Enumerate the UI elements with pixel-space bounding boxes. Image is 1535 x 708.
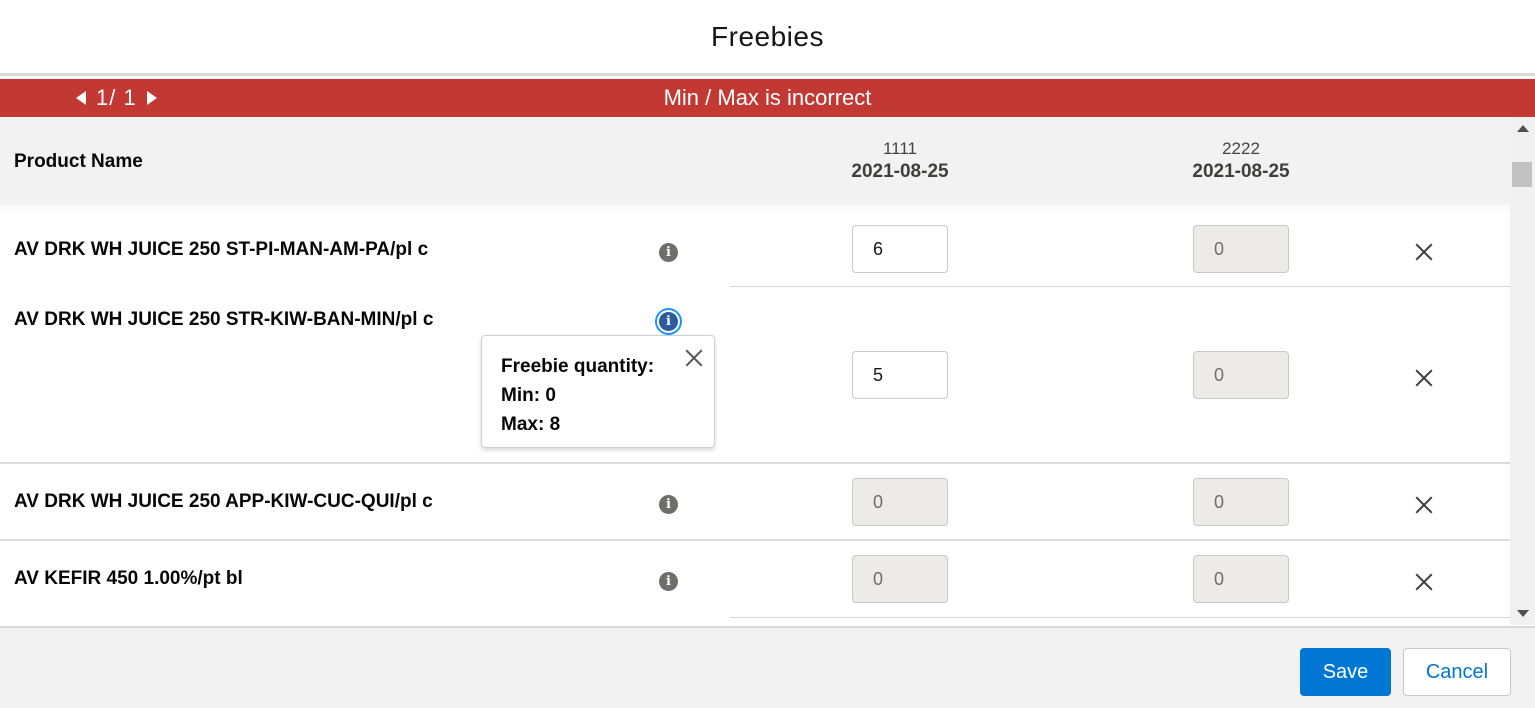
scroll-up-icon[interactable] bbox=[1517, 125, 1529, 132]
column-header-2: 2222 2021-08-25 bbox=[1141, 139, 1341, 183]
caret-right-icon[interactable] bbox=[146, 91, 157, 105]
product-name: AV DRK WH JUICE 250 ST-PI-MAN-AM-PA/pl c bbox=[14, 239, 429, 260]
quantity-input-disabled bbox=[1193, 555, 1289, 603]
table-row: AV DRK WH JUICE 250 APP-KIW-CUC-QUI/pl c… bbox=[0, 464, 1510, 541]
close-icon[interactable] bbox=[684, 348, 704, 368]
table-header: Product Name 1111 2021-08-25 2222 2021-0… bbox=[0, 117, 1510, 205]
popover-min: Min: 0 bbox=[501, 385, 556, 406]
table-row: AV KEFIR 450 1.00%/pt bl i bbox=[0, 541, 1510, 618]
modal-footer: Save Cancel bbox=[0, 626, 1535, 708]
info-icon[interactable]: i bbox=[659, 572, 678, 591]
freebie-popover: Freebie quantity: Min: 0 Max: 8 bbox=[481, 335, 715, 448]
table-body[interactable]: AV DRK WH JUICE 250 ST-PI-MAN-AM-PA/pl c… bbox=[0, 205, 1510, 625]
caret-left-icon[interactable] bbox=[76, 91, 86, 105]
product-name: AV DRK WH JUICE 250 APP-KIW-CUC-QUI/pl c bbox=[14, 491, 433, 512]
scroll-down-icon[interactable] bbox=[1517, 610, 1529, 617]
error-bar: 1/ 1 Min / Max is incorrect bbox=[0, 79, 1535, 117]
quantity-input-disabled bbox=[1193, 478, 1289, 526]
cancel-button[interactable]: Cancel bbox=[1403, 648, 1511, 696]
remove-row-button[interactable] bbox=[1413, 571, 1435, 593]
remove-row-button[interactable] bbox=[1413, 494, 1435, 516]
quantity-input[interactable] bbox=[852, 225, 948, 273]
quantity-input[interactable] bbox=[852, 351, 948, 399]
popover-title: Freebie quantity: bbox=[501, 356, 655, 377]
info-icon[interactable]: i bbox=[655, 308, 682, 335]
modal-title: Freebies bbox=[711, 20, 824, 52]
remove-row-button[interactable] bbox=[1413, 367, 1435, 389]
quantity-input-disabled bbox=[1193, 351, 1289, 399]
save-button[interactable]: Save bbox=[1300, 648, 1391, 696]
product-name: AV DRK WH JUICE 250 STR-KIW-BAN-MIN/pl c bbox=[14, 309, 434, 330]
column-date: 2021-08-25 bbox=[1192, 161, 1290, 182]
table-row: AV DRK WH JUICE 250 ST-PI-MAN-AM-PA/pl c… bbox=[0, 211, 1510, 287]
page-indicator: 1/ 1 bbox=[96, 85, 137, 110]
column-header-1: 1111 2021-08-25 bbox=[800, 139, 1000, 183]
column-date: 2021-08-25 bbox=[851, 161, 949, 182]
quantity-input-disabled bbox=[1193, 225, 1289, 273]
remove-row-button[interactable] bbox=[1413, 241, 1435, 263]
vertical-scrollbar[interactable] bbox=[1510, 117, 1535, 625]
modal-header: Freebies bbox=[0, 0, 1535, 76]
error-message: Min / Max is incorrect bbox=[663, 85, 872, 110]
scroll-thumb[interactable] bbox=[1512, 162, 1532, 187]
row-divider bbox=[730, 617, 1510, 618]
column-code: 1111 bbox=[882, 139, 918, 158]
column-code: 2222 bbox=[1222, 139, 1260, 158]
info-icon[interactable]: i bbox=[659, 495, 678, 514]
pager: 1/ 1 bbox=[76, 79, 157, 117]
product-name: AV KEFIR 450 1.00%/pt bl bbox=[14, 568, 243, 589]
quantity-input-disabled bbox=[852, 555, 948, 603]
info-icon[interactable]: i bbox=[659, 243, 678, 262]
column-header-product-name: Product Name bbox=[14, 151, 143, 172]
quantity-input-disabled bbox=[852, 478, 948, 526]
table-row: AV DRK WH JUICE 250 STR-KIW-BAN-MIN/pl c… bbox=[0, 287, 1510, 464]
popover-max: Max: 8 bbox=[501, 414, 561, 435]
